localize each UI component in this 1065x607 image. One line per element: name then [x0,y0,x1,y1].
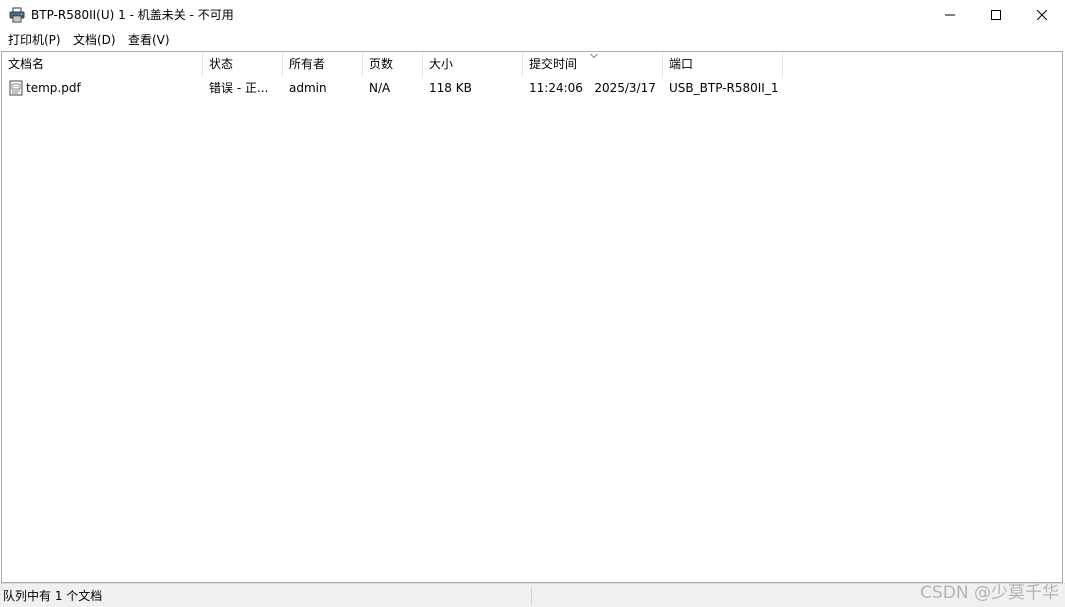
printer-icon [9,7,25,23]
menu-bar: 打印机(P) 文档(D) 查看(V) [0,30,1065,51]
window-title: BTP-R580II(U) 1 - 机盖未关 - 不可用 [31,8,234,22]
column-header-owner[interactable]: 所有者 [283,52,363,77]
cell-document-name: temp.pdf [26,81,81,95]
column-header-name[interactable]: 文档名 [2,52,203,77]
maximize-button[interactable] [973,0,1019,30]
column-header-size[interactable]: 大小 [423,52,523,77]
status-divider [531,587,532,605]
close-button[interactable] [1019,0,1065,30]
status-text: 队列中有 1 个文档 [3,589,103,603]
cell-owner: admin [289,81,327,95]
table-row[interactable]: temp.pdf 错误 - 正... admin N/A 118 KB 11:2… [2,77,1062,99]
minimize-button[interactable] [927,0,973,30]
close-icon [1037,10,1047,20]
cell-pages: N/A [369,81,391,95]
cell-status: 错误 - 正... [209,81,269,95]
column-header-port[interactable]: 端口 [663,52,783,77]
title-bar[interactable]: BTP-R580II(U) 1 - 机盖未关 - 不可用 [0,0,1065,30]
sort-descending-icon [590,53,598,59]
cell-submitted: 11:24:06 2025/3/17 [529,81,656,95]
list-header: 文档名 状态 所有者 页数 大小 提交时间 端口 [2,52,1062,77]
status-bar: 队列中有 1 个文档 CSDN @少莫千华 [0,583,1065,607]
menu-printer[interactable]: 打印机(P) [8,32,61,49]
watermark: CSDN @少莫千华 [920,583,1059,603]
document-list[interactable]: 文档名 状态 所有者 页数 大小 提交时间 端口 temp.pdf 错误 - 正… [1,51,1063,583]
menu-view[interactable]: 查看(V) [128,32,170,49]
print-queue-window: BTP-R580II(U) 1 - 机盖未关 - 不可用 打印机(P) 文档(D… [0,0,1065,607]
column-header-pages[interactable]: 页数 [363,52,423,77]
maximize-icon [991,10,1001,20]
column-header-status[interactable]: 状态 [203,52,283,77]
minimize-icon [945,14,955,16]
cell-port: USB_BTP-R580II_1 [669,81,779,95]
menu-document[interactable]: 文档(D) [73,32,116,49]
cell-size: 118 KB [429,81,472,95]
